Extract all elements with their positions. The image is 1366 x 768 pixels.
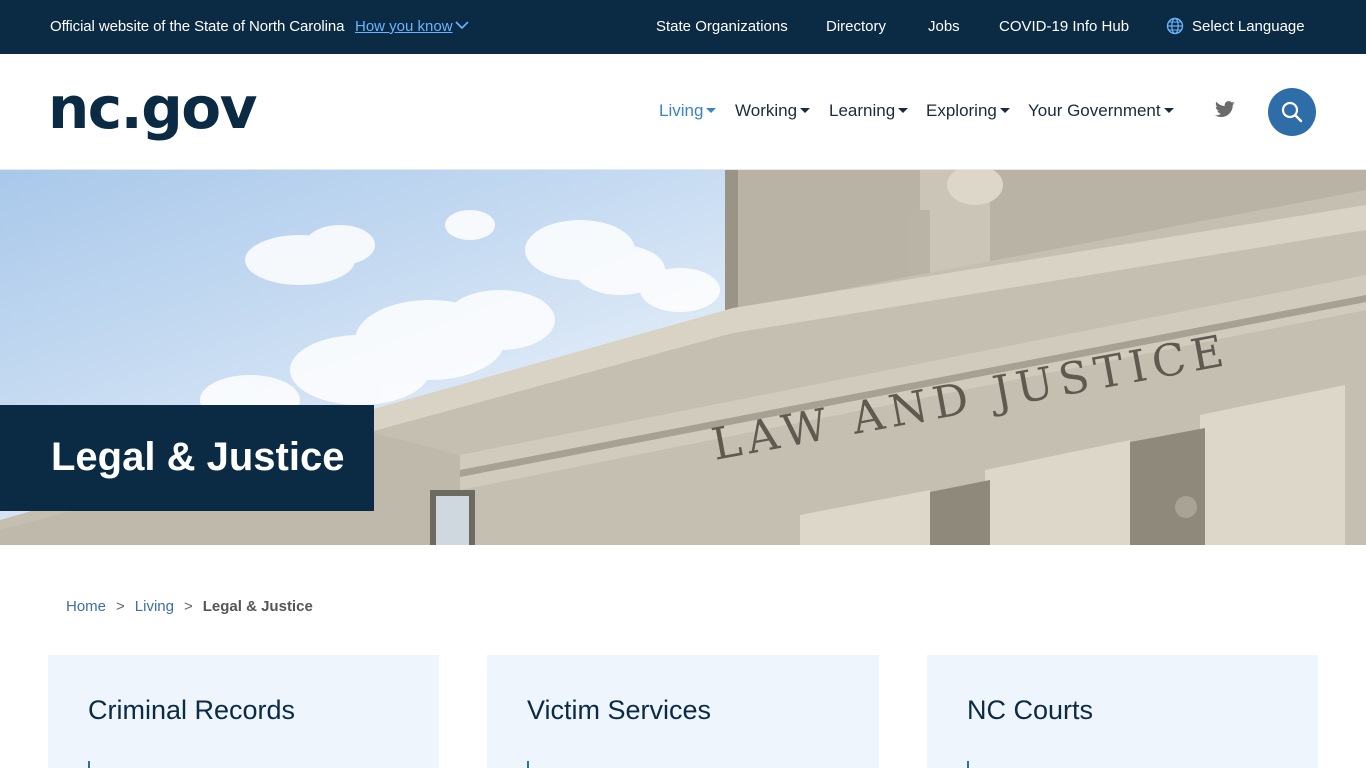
twitter-icon[interactable] (1214, 101, 1236, 119)
caret-down-icon (898, 107, 909, 113)
card-title[interactable]: NC Courts (967, 695, 1093, 726)
breadcrumb-home[interactable]: Home (66, 598, 106, 615)
search-icon (1281, 101, 1303, 123)
state-organizations-link[interactable]: State Organizations (656, 18, 788, 35)
card-accent-line (527, 761, 529, 768)
nav-working[interactable]: Working (735, 101, 811, 121)
hero-title-box: Legal & Justice (0, 405, 374, 511)
breadcrumb-current: Legal & Justice (202, 598, 313, 615)
official-site-text: Official website of the State of North C… (50, 18, 345, 35)
card-title[interactable]: Criminal Records (88, 695, 295, 726)
caret-down-icon (706, 107, 717, 113)
page-title: Legal & Justice (51, 435, 345, 479)
breadcrumb-separator: > (183, 598, 193, 615)
site-header: nc.gov Living Working Learning Exploring… (0, 54, 1366, 170)
site-logo[interactable]: nc.gov (48, 74, 257, 142)
card-criminal-records[interactable]: Criminal Records (48, 655, 439, 768)
nav-exploring-label: Exploring (926, 101, 997, 120)
card-accent-line (967, 761, 969, 768)
caret-down-icon (1163, 107, 1174, 113)
caret-down-icon (999, 107, 1010, 113)
card-accent-line (88, 761, 90, 768)
how-you-know-label: How you know (355, 18, 453, 35)
nav-your-government-label: Your Government (1028, 101, 1161, 120)
card-nc-courts[interactable]: NC Courts (927, 655, 1318, 768)
nav-exploring[interactable]: Exploring (926, 101, 1010, 121)
hero-banner: LAW AND JUSTICE Legal & Justice (0, 170, 1366, 545)
select-language-link[interactable]: Select Language (1192, 18, 1305, 35)
breadcrumb-separator: > (116, 598, 125, 615)
card-victim-services[interactable]: Victim Services (487, 655, 879, 768)
nav-learning-label: Learning (829, 101, 896, 120)
caret-down-icon (800, 107, 811, 113)
search-button[interactable] (1268, 88, 1316, 136)
chevron-down-icon (454, 21, 469, 30)
nav-your-government[interactable]: Your Government (1028, 101, 1174, 121)
how-you-know-link[interactable]: How you know (355, 18, 469, 35)
globe-icon[interactable] (1166, 17, 1184, 35)
jobs-link[interactable]: Jobs (928, 18, 960, 35)
nav-working-label: Working (735, 101, 798, 120)
nav-living[interactable]: Living (659, 101, 717, 121)
official-banner: Official website of the State of North C… (0, 0, 1366, 54)
breadcrumb-living[interactable]: Living (135, 598, 174, 615)
card-title[interactable]: Victim Services (527, 695, 711, 726)
nav-living-label: Living (659, 101, 704, 120)
covid-info-hub-link[interactable]: COVID-19 Info Hub (999, 18, 1129, 35)
directory-link[interactable]: Directory (826, 18, 886, 35)
nav-learning[interactable]: Learning (829, 101, 909, 121)
breadcrumb: Home > Living > Legal & Justice (66, 598, 313, 615)
